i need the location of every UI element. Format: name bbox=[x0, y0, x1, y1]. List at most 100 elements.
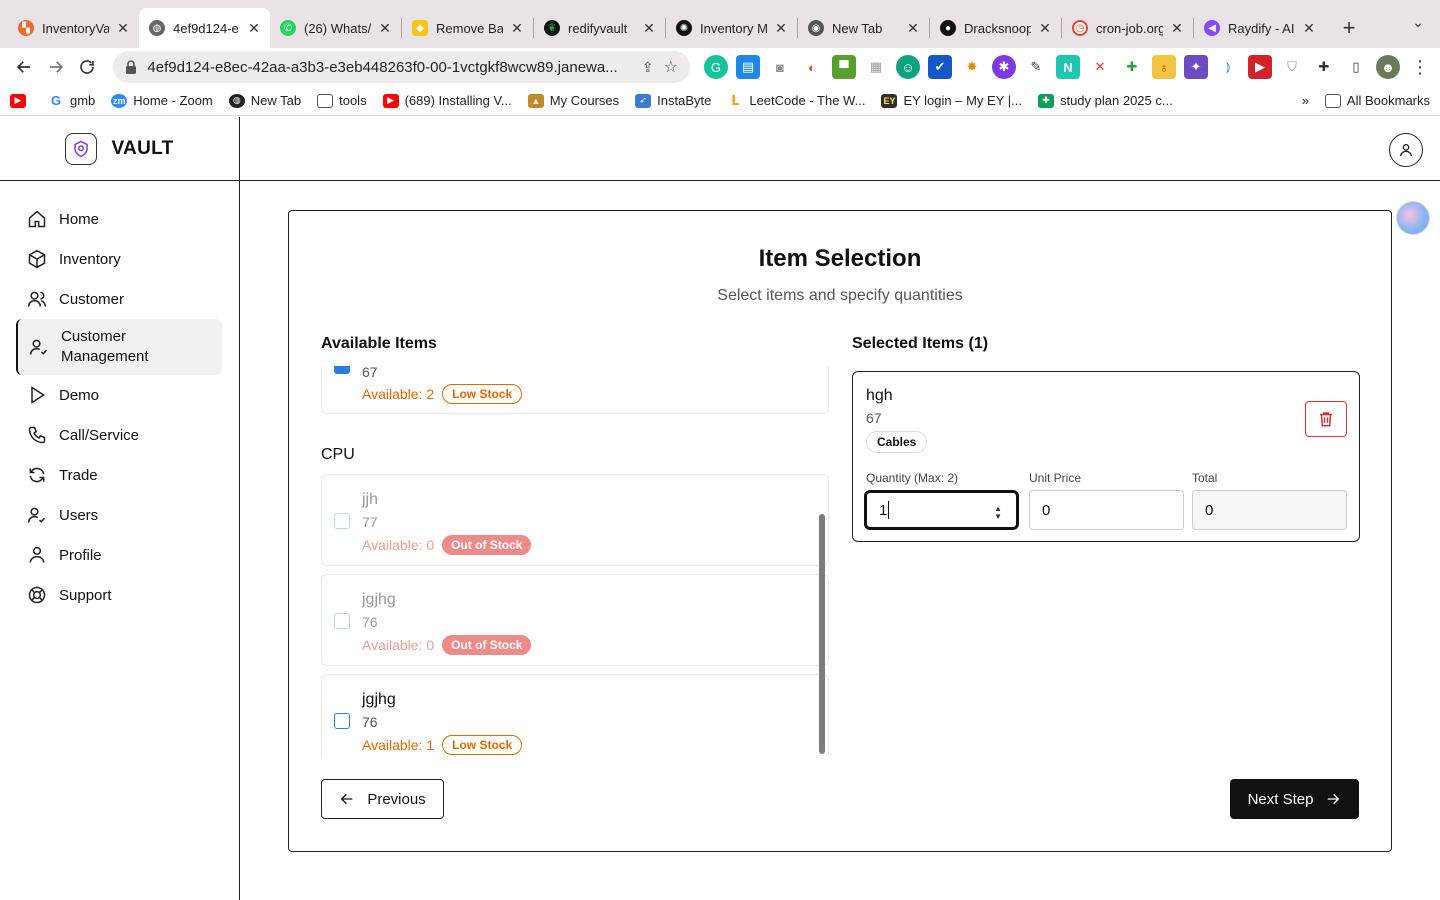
account-button[interactable] bbox=[1389, 133, 1423, 167]
notion-n-icon[interactable]: N bbox=[1055, 55, 1080, 79]
close-icon[interactable]: ✕ bbox=[379, 20, 391, 37]
next-step-button[interactable]: Next Step bbox=[1230, 779, 1359, 819]
unicorn-assistant-icon[interactable] bbox=[1396, 201, 1430, 235]
browser-tab[interactable]: ◷ cron-job.org ✕ bbox=[1062, 8, 1193, 48]
address-bar[interactable]: 4ef9d124-e8ec-42aa-a3b3-e3eb448263f0-00-… bbox=[113, 51, 690, 83]
browser-tab[interactable]: ✆ (26) Whats/ ✕ bbox=[270, 8, 401, 48]
browser-tab[interactable]: ◉ New Tab ✕ bbox=[798, 8, 929, 48]
bookmark[interactable]: ➶ InstaByte bbox=[635, 93, 711, 108]
user-icon bbox=[1400, 144, 1412, 157]
quantity-stepper[interactable]: 1 ▲ ▼ bbox=[864, 490, 1019, 530]
available-items-list[interactable]: 67 Available: 2 Low Stock CPU jjh 77 Ava… bbox=[321, 366, 829, 756]
close-icon[interactable]: ✕ bbox=[1039, 20, 1051, 37]
plus-green-icon[interactable]: ✚ bbox=[1120, 55, 1144, 79]
close-red-icon[interactable]: ✕ bbox=[1088, 55, 1112, 79]
bookmark[interactable]: tools bbox=[317, 93, 367, 108]
rocket-icon: ➶ bbox=[635, 93, 652, 108]
sidebar-item-label: Home bbox=[59, 210, 100, 228]
close-icon[interactable]: ✕ bbox=[1303, 20, 1315, 37]
close-icon[interactable]: ✕ bbox=[117, 20, 129, 37]
bookmark[interactable]: ▲ My Courses bbox=[527, 93, 619, 108]
spinner-icon[interactable]: ▲ ▼ bbox=[994, 505, 1002, 521]
lifebuoy-icon bbox=[28, 586, 46, 604]
close-icon[interactable]: ✕ bbox=[248, 20, 260, 37]
browser-tab[interactable]: ✺ Inventory M ✕ bbox=[666, 8, 797, 48]
bookmark[interactable]: ᒪ LeetCode - The W... bbox=[727, 93, 865, 108]
sidebar-item-users[interactable]: Users bbox=[0, 495, 222, 535]
sidebar-item-customer[interactable]: Customer bbox=[0, 279, 222, 319]
more-bookmarks-button[interactable]: » bbox=[1302, 93, 1309, 108]
browser-tab[interactable]: ● Dracksnoop ✕ bbox=[930, 8, 1061, 48]
sidepanel-icon[interactable]: ▯ bbox=[1344, 55, 1368, 79]
bot-icon[interactable]: ☺ bbox=[895, 55, 920, 79]
sidebar-item-call-service[interactable]: Call/Service bbox=[0, 415, 222, 455]
back-button[interactable] bbox=[8, 51, 40, 83]
item-checkbox[interactable] bbox=[334, 366, 350, 374]
chevron-down-icon[interactable]: ⌄ bbox=[1412, 14, 1424, 31]
list-item[interactable]: jgjhg 76 Available: 1 Low Stock bbox=[321, 674, 829, 756]
browser-tab[interactable]: ◀ Raydify - AI ✕ bbox=[1194, 8, 1325, 48]
sidebar-item-profile[interactable]: Profile bbox=[0, 535, 222, 575]
sidebar-item-customer-management[interactable]: Customer Management bbox=[16, 319, 222, 375]
sidebar-item-trade[interactable]: Trade bbox=[0, 455, 222, 495]
new-tab-button[interactable]: + bbox=[1333, 8, 1365, 48]
bookmark[interactable]: Ggmb bbox=[48, 93, 95, 108]
browser-tab[interactable]: ❦ redifyvault ✕ bbox=[534, 8, 665, 48]
check-icon[interactable]: ✔ bbox=[927, 55, 952, 79]
bottle-icon[interactable]: ♁ bbox=[1151, 55, 1176, 79]
list-item[interactable]: 67 Available: 2 Low Stock bbox=[321, 366, 829, 414]
bookmark[interactable]: ▶ bbox=[10, 93, 32, 108]
sidebar-item-home[interactable]: Home bbox=[0, 199, 222, 239]
bookmark[interactable]: EY EY login – My EY |... bbox=[881, 93, 1022, 108]
forward-red-icon[interactable]: ▶ bbox=[1247, 55, 1272, 79]
pen-icon[interactable]: ✎ bbox=[1024, 55, 1048, 79]
previous-button[interactable]: Previous bbox=[321, 779, 444, 819]
sidebar-item-inventory[interactable]: Inventory bbox=[0, 239, 222, 279]
grammarly-icon[interactable]: G bbox=[703, 55, 728, 79]
browser-tab-active[interactable]: ◍ 4ef9d124-e ✕ bbox=[139, 8, 270, 48]
kebab-menu-icon[interactable]: ⋮ bbox=[1408, 55, 1432, 79]
star-icon[interactable]: ☆ bbox=[664, 57, 678, 77]
browser-tab[interactable]: ◆ Remove Bac ✕ bbox=[402, 8, 533, 48]
all-bookmarks-button[interactable]: All Bookmarks bbox=[1324, 93, 1430, 108]
refresh-icon bbox=[29, 467, 45, 483]
brand[interactable]: VAULT bbox=[0, 117, 239, 181]
close-icon[interactable]: ✕ bbox=[511, 20, 523, 37]
bookmark[interactable]: zm Home - Zoom bbox=[111, 93, 213, 108]
wizard-icon[interactable]: ✦ bbox=[1183, 55, 1208, 79]
bookmark[interactable]: ◍ New Tab bbox=[228, 93, 301, 108]
layout-icon[interactable]: ▦ bbox=[864, 55, 888, 79]
item-checkbox[interactable] bbox=[334, 513, 350, 529]
reader-icon[interactable]: ▤ bbox=[735, 55, 760, 79]
remove-item-button[interactable] bbox=[1305, 401, 1347, 437]
waves-icon[interactable]: ⦆ bbox=[1216, 55, 1240, 79]
close-icon[interactable]: ✕ bbox=[907, 20, 919, 37]
item-checkbox[interactable] bbox=[334, 713, 350, 729]
avatar[interactable]: ☻ bbox=[1375, 55, 1400, 79]
bookmark[interactable]: ✚ study plan 2025 c... bbox=[1037, 93, 1173, 108]
sidebar: VAULT Home Inventory Customer Customer M… bbox=[0, 117, 240, 900]
youtube-icon: ▶ bbox=[10, 93, 26, 108]
close-icon[interactable]: ✕ bbox=[643, 20, 655, 37]
item-checkbox[interactable] bbox=[334, 613, 350, 629]
shield-icon[interactable]: ⛉ bbox=[1280, 55, 1304, 79]
browser-tab[interactable]: ▚ InventoryVa ✕ bbox=[8, 8, 139, 48]
reload-button[interactable] bbox=[72, 51, 104, 83]
unit-price-input[interactable]: 0 bbox=[1029, 490, 1184, 530]
forward-button[interactable] bbox=[40, 51, 72, 83]
bookmark[interactable]: ▶ (689) Installing V... bbox=[382, 93, 512, 108]
camera-icon[interactable]: ◙ bbox=[768, 55, 792, 79]
puzzle-icon[interactable]: ✚ bbox=[1312, 55, 1336, 79]
sidebar-item-support[interactable]: Support bbox=[0, 575, 222, 615]
asterisk-icon[interactable]: ✱ bbox=[991, 55, 1016, 79]
share-icon[interactable]: ⇪ bbox=[642, 59, 654, 76]
mongodb-icon: ❦ bbox=[544, 20, 560, 36]
extension-green-icon[interactable]: ▀ bbox=[831, 55, 856, 79]
item-availability: Available: 0 Out of Stock bbox=[362, 535, 532, 555]
list-scrollbar[interactable] bbox=[819, 514, 825, 754]
close-icon[interactable]: ✕ bbox=[775, 20, 787, 37]
close-icon[interactable]: ✕ bbox=[1171, 20, 1183, 37]
virus-icon[interactable]: ✸ bbox=[960, 55, 984, 79]
flame-icon[interactable]: ◐ bbox=[800, 55, 824, 79]
sidebar-item-demo[interactable]: Demo bbox=[0, 375, 222, 415]
